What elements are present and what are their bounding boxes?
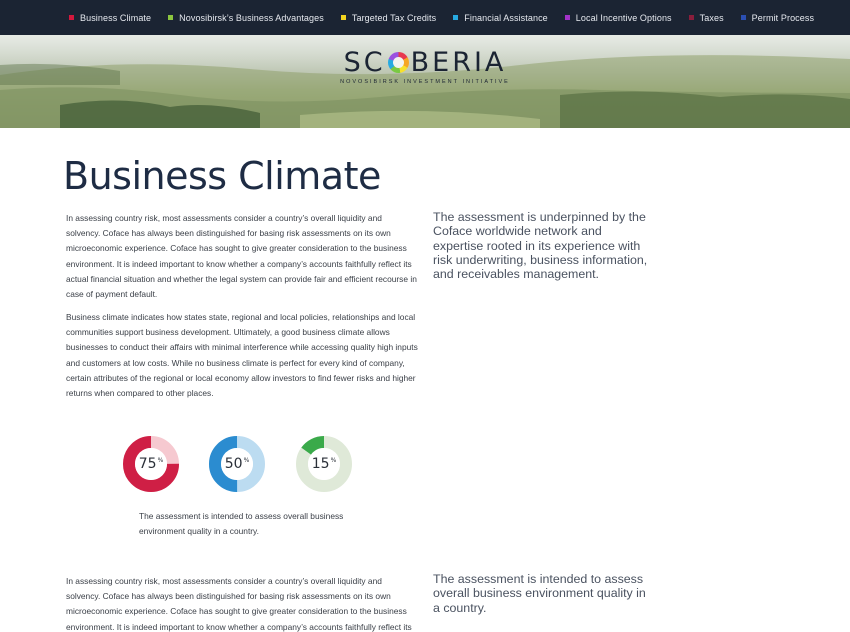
donut-value: 15%: [295, 435, 353, 493]
nav-dot-icon: [740, 15, 746, 20]
nav-item-business-advantages[interactable]: Novosibirsk’s Business Advantages: [168, 13, 324, 23]
nav-dot-icon: [340, 15, 346, 20]
site-logo[interactable]: SC BERIA NOVOSIBIRSK INVESTMENT INITIATIV…: [0, 47, 850, 85]
nav-item-taxes[interactable]: Taxes: [688, 12, 724, 23]
donut-number: 15: [311, 456, 330, 472]
donut-number: 75: [138, 456, 157, 472]
pullquote-1: The assessment is underpinned by the Cof…: [433, 210, 648, 282]
donut-chart-1: 75%: [122, 435, 180, 493]
donut-chart-2: 50%: [208, 435, 266, 493]
nav-label: Taxes: [699, 12, 724, 23]
donut-percent-sign: %: [157, 457, 164, 464]
logo-tagline: NOVOSIBIRSK INVESTMENT INITIATIVE: [340, 79, 510, 85]
pullquote-2: The assessment is intended to assess ove…: [433, 572, 646, 615]
hero-banner: SC BERIA NOVOSIBIRSK INVESTMENT INITIATIV…: [0, 35, 850, 128]
logo-ring-icon: [387, 52, 409, 73]
logo-text-right: BERIA: [410, 47, 507, 78]
nav-dot-icon: [168, 15, 174, 20]
body-paragraph-2: Business climate indicates how states st…: [66, 312, 418, 399]
donut-value: 50%: [208, 435, 266, 493]
nav-dot-icon: [564, 15, 570, 20]
logo-wordmark: SC BERIA: [344, 47, 507, 78]
nav-label: Targeted Tax Credits: [351, 12, 437, 23]
nav-item-permit-process[interactable]: Permit Process: [740, 12, 815, 23]
nav-label: Novosibirsk’s Business Advantages: [179, 12, 324, 23]
page-title: Business Climate: [63, 154, 381, 198]
nav-dot-icon: [453, 15, 459, 20]
nav-label: Financial Assistance: [464, 12, 548, 23]
top-navigation: Business Climate Novosibirsk’s Business …: [0, 0, 850, 35]
nav-dot-icon: [69, 15, 74, 20]
nav-label: Business Climate: [80, 12, 152, 23]
nav-item-financial-assistance[interactable]: Financial Assistance: [453, 13, 548, 23]
nav-dot-icon: [688, 15, 694, 20]
nav-label: Local Incentive Options: [575, 12, 672, 23]
nav-label: Permit Process: [751, 12, 815, 23]
nav-item-local-incentives[interactable]: Local Incentive Options: [564, 12, 672, 23]
donut-chart-3: 15%: [295, 435, 353, 493]
donut-value: 75%: [122, 435, 180, 493]
nav-item-business-climate[interactable]: Business Climate: [69, 13, 151, 23]
donut-percent-sign: %: [243, 457, 250, 464]
donut-number: 50: [224, 456, 243, 472]
chart-caption: The assessment is intended to assess ove…: [139, 511, 344, 537]
logo-text-left: SC: [343, 47, 386, 78]
nav-item-tax-credits[interactable]: Targeted Tax Credits: [340, 12, 437, 23]
body-paragraph-3: In assessing country risk, most assessme…: [66, 576, 412, 632]
donut-percent-sign: %: [330, 457, 337, 464]
body-paragraph-1: In assessing country risk, most assessme…: [66, 213, 417, 300]
